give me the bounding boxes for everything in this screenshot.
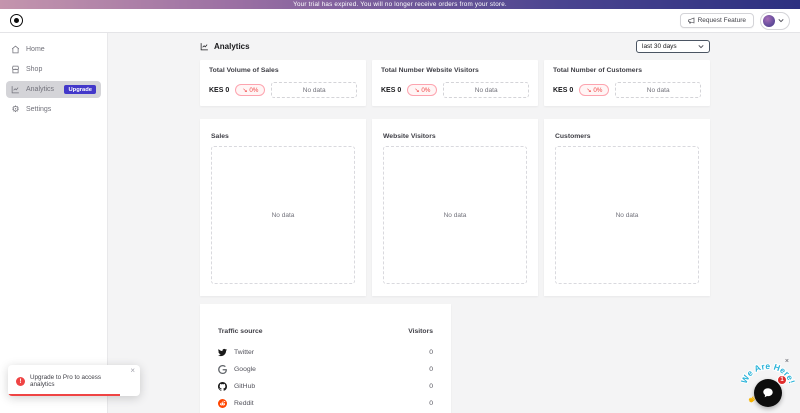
chevron-down-icon — [778, 19, 784, 23]
stat-change-badge: ↘ 0% — [407, 84, 438, 96]
top-header: Request Feature — [0, 9, 800, 33]
toast-message: Upgrade to Pro to access analytics — [30, 374, 102, 388]
chart-no-data: No data — [211, 146, 355, 284]
stat-title: Total Number Website Visitors — [381, 67, 479, 74]
traffic-visitors-value: 0 — [429, 349, 433, 356]
stat-change-badge: ↘ 0% — [235, 84, 266, 96]
chat-unread-badge: 1 — [777, 375, 787, 385]
stat-value: KES 0 — [381, 86, 402, 94]
chart-card-website-visitors: Website Visitors No data — [372, 119, 538, 296]
app-logo[interactable] — [10, 14, 23, 27]
chart-card-sales: Sales No data — [200, 119, 366, 296]
traffic-visitors-value: 0 — [429, 366, 433, 373]
traffic-visitors-value: 0 — [429, 400, 433, 407]
traffic-visitors-value: 0 — [429, 383, 433, 390]
speech-bubble-icon — [763, 388, 773, 398]
shop-icon — [11, 65, 20, 74]
avatar — [763, 14, 775, 27]
sidebar-item-analytics[interactable]: Analytics Upgrade — [6, 81, 101, 98]
traffic-source-header: Traffic source — [218, 328, 263, 335]
request-feature-label: Request Feature — [697, 17, 746, 24]
date-range-value: last 30 days — [642, 43, 677, 50]
chart-card-customers: Customers No data — [544, 119, 710, 296]
chart-title: Website Visitors — [383, 133, 436, 140]
home-icon — [11, 45, 20, 54]
analytics-icon — [11, 85, 20, 94]
sidebar-item-settings[interactable]: ⚙ Settings — [6, 101, 101, 118]
chart-title: Sales — [211, 133, 229, 140]
stat-no-data: No data — [615, 82, 701, 98]
trend-down-icon: ↘ — [414, 86, 420, 94]
request-feature-button[interactable]: Request Feature — [679, 13, 754, 28]
sidebar-item-shop[interactable]: Shop — [6, 61, 101, 78]
sidebar-item-label: Settings — [26, 106, 52, 113]
chart-title: Customers — [555, 133, 591, 140]
toast-progress-bar — [8, 393, 121, 396]
table-row-reddit: Reddit 0 — [218, 399, 433, 408]
trend-down-icon: ↘ — [586, 86, 592, 94]
table-row-google: Google 0 — [218, 365, 433, 374]
trial-banner-text: Your trial has expired. You will no long… — [293, 1, 507, 8]
stat-card-sales: Total Volume of Sales KES 0 ↘ 0% No data — [200, 60, 366, 106]
chevron-down-icon — [698, 45, 704, 49]
stat-value: KES 0 — [553, 86, 574, 94]
chat-widget: × We Are Here! 1 — [741, 358, 795, 410]
chart-no-data: No data — [383, 146, 527, 284]
traffic-source-label: Twitter — [234, 349, 255, 356]
traffic-source-label: Reddit — [234, 400, 254, 407]
sidebar-item-label: Analytics — [26, 86, 55, 93]
github-icon — [218, 382, 227, 391]
stat-card-customers: Total Number of Customers KES 0 ↘ 0% No … — [544, 60, 710, 106]
toast-close-icon[interactable]: × — [130, 367, 135, 375]
stat-no-data: No data — [443, 82, 529, 98]
traffic-source-card: Traffic source Visitors Twitter 0 Google… — [200, 304, 451, 413]
date-range-select[interactable]: last 30 days — [636, 40, 710, 53]
traffic-source-label: Google — [234, 366, 256, 373]
settings-gear-icon: ⚙ — [11, 104, 20, 114]
sidebar-item-label: Shop — [26, 66, 43, 73]
upgrade-toast: ! Upgrade to Pro to access analytics × — [8, 365, 140, 396]
trend-down-icon: ↘ — [242, 86, 248, 94]
traffic-source-label: GitHub — [234, 383, 256, 390]
stat-change: 0% — [421, 86, 431, 94]
twitter-icon — [218, 348, 227, 357]
analytics-chart-icon — [200, 43, 208, 51]
page-title: Analytics — [214, 42, 250, 51]
sidebar-item-home[interactable]: Home — [6, 41, 101, 58]
stat-change: 0% — [593, 86, 603, 94]
upgrade-badge: Upgrade — [64, 85, 96, 94]
trial-expired-banner: Your trial has expired. You will no long… — [0, 0, 800, 9]
main-content: Analytics last 30 days Total Volume of S… — [108, 33, 800, 413]
table-row-github: GitHub 0 — [218, 382, 433, 391]
user-menu-button[interactable] — [760, 11, 790, 30]
error-icon: ! — [16, 376, 25, 386]
table-row-twitter: Twitter 0 — [218, 348, 433, 357]
sidebar: Home Shop Analytics Upgrade ⚙ Settings — [0, 33, 108, 413]
stat-title: Total Volume of Sales — [209, 67, 279, 74]
stat-change: 0% — [249, 86, 259, 94]
visitors-header: Visitors — [408, 328, 433, 335]
megaphone-icon — [687, 17, 694, 24]
stat-title: Total Number of Customers — [553, 67, 642, 74]
stat-value: KES 0 — [209, 86, 230, 94]
stat-change-badge: ↘ 0% — [579, 84, 610, 96]
reddit-icon — [218, 399, 227, 408]
sidebar-item-label: Home — [26, 46, 45, 53]
waving-hand-icon — [748, 396, 756, 403]
stat-no-data: No data — [271, 82, 357, 98]
chart-no-data: No data — [555, 146, 699, 284]
page-title-wrap: Analytics — [200, 42, 250, 51]
google-icon — [218, 365, 227, 374]
stat-card-visitors: Total Number Website Visitors KES 0 ↘ 0%… — [372, 60, 538, 106]
